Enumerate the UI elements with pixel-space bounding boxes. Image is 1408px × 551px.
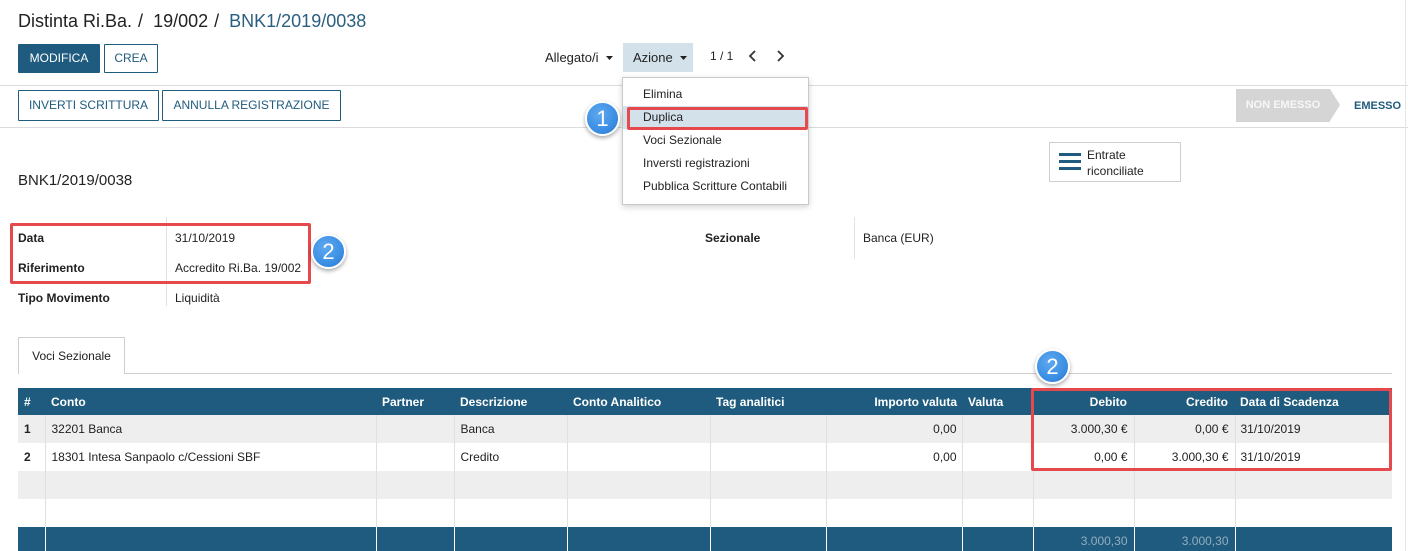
totals-row: 3.000,30 3.000,30 [18,527,1392,551]
col-header-tag-analitici[interactable]: Tag analitici [710,388,826,415]
col-header-importo-valuta[interactable]: Importo valuta [826,388,962,415]
menu-item-inversti-registrazioni[interactable]: Inversti registrazioni [623,152,808,175]
cell-tag-analitici[interactable] [709,443,826,471]
form-view: Distinta Ri.Ba. / 19/002 / BNK1/2019/0038 MO… [0,0,1408,551]
action-dropdown-button[interactable]: Azione [623,43,693,72]
cell-descrizione[interactable]: Credito [453,443,567,471]
caret-down-icon [680,55,688,60]
reconciled-entries-button[interactable]: Entrate riconciliate [1049,142,1181,182]
annotation-badge: 2 [311,234,346,269]
cell-valuta[interactable] [961,415,1033,443]
edit-button[interactable]: MODIFICA [18,44,100,73]
empty-row [18,471,1392,499]
menu-item-pubblica-scritture[interactable]: Pubblica Scritture Contabili [623,175,808,198]
action-label: Azione [633,50,673,65]
breadcrumb-current: BNK1/2019/0038 [229,11,367,31]
create-button[interactable]: CREA [104,44,158,73]
breadcrumb-item[interactable]: 19/002 [153,11,208,31]
annotation-badge: 2 [1035,349,1070,384]
breadcrumb-separator: / [214,11,220,31]
cell-conto[interactable]: 18301 Intesa Sanpaolo c/Cessioni SBF [44,443,376,471]
cancel-registration-button[interactable]: ANNULLA REGISTRAZIONE [162,90,341,121]
cell-number: 2 [24,450,31,464]
pager-value[interactable]: 1 / 1 [710,49,733,63]
empty-row [18,499,1392,527]
tab-bar-line [18,373,1392,374]
cell-partner[interactable] [375,415,454,443]
col-header-descrizione[interactable]: Descrizione [454,388,567,415]
menu-item-voci-sezionale[interactable]: Voci Sezionale [623,129,808,152]
annotation-badge: 1 [585,101,620,136]
col-header-conto[interactable]: Conto [45,388,376,415]
status-stage-emesso: EMESSO [1354,100,1402,112]
col-header-partner[interactable]: Partner [376,388,454,415]
attachments-label: Allegato/i [545,50,599,65]
list-icon [1059,153,1081,174]
breadcrumb-separator: / [138,11,144,31]
chevron-right-icon[interactable] [775,50,785,62]
action-menu: Elimina Duplica Voci Sezionale Inversti … [622,77,809,205]
status-stage-non-emesso[interactable]: NON EMESSO [1236,89,1330,122]
highlight-box-duplica [627,107,808,130]
cell-conto[interactable]: 32201 Banca [44,415,376,443]
field-value-sezionale: Banca (EUR) [863,231,934,245]
breadcrumb: Distinta Ri.Ba. / 19/002 / BNK1/2019/0038 [18,10,366,32]
col-header-conto-analitico[interactable]: Conto Analitico [567,388,710,415]
highlight-box-amounts [1031,388,1392,471]
cell-conto-analitico[interactable] [566,443,710,471]
cell-descrizione[interactable]: Banca [453,415,567,443]
cell-conto-analitico[interactable] [566,415,710,443]
attachments-dropdown[interactable]: Allegato/i [545,50,614,66]
caret-down-icon [606,55,614,60]
sheet-border [1405,0,1406,551]
field-separator [854,217,855,259]
cell-partner[interactable] [375,443,454,471]
cell-number: 1 [18,415,45,443]
cell-valuta[interactable] [961,443,1033,471]
smart-button-label: Entrate riconciliate [1087,148,1144,178]
cell-importo-valuta[interactable]: 0,00 [825,415,962,443]
total-credit: 3.000,30 [1133,527,1235,551]
tab-voci-sezionale[interactable]: Voci Sezionale [18,337,125,374]
col-header-number: # [18,388,45,415]
status-arrow [1330,89,1340,121]
field-label-sezionale: Sezionale [705,231,761,245]
field-value-tipo-movimento: Liquidità [175,291,220,305]
chevron-left-icon[interactable] [748,50,758,62]
record-title: BNK1/2019/0038 [18,172,133,189]
cell-tag-analitici[interactable] [709,415,826,443]
field-label-tipo-movimento: Tipo Movimento [18,291,110,305]
cell-importo-valuta[interactable]: 0,00 [825,443,962,471]
highlight-box-fields [10,223,311,284]
col-header-valuta[interactable]: Valuta [962,388,1033,415]
total-debit: 3.000,30 [1032,527,1134,551]
breadcrumb-item[interactable]: Distinta Ri.Ba. [18,11,132,31]
reverse-entry-button[interactable]: INVERTI SCRITTURA [18,90,159,121]
menu-item-elimina[interactable]: Elimina [623,83,808,106]
